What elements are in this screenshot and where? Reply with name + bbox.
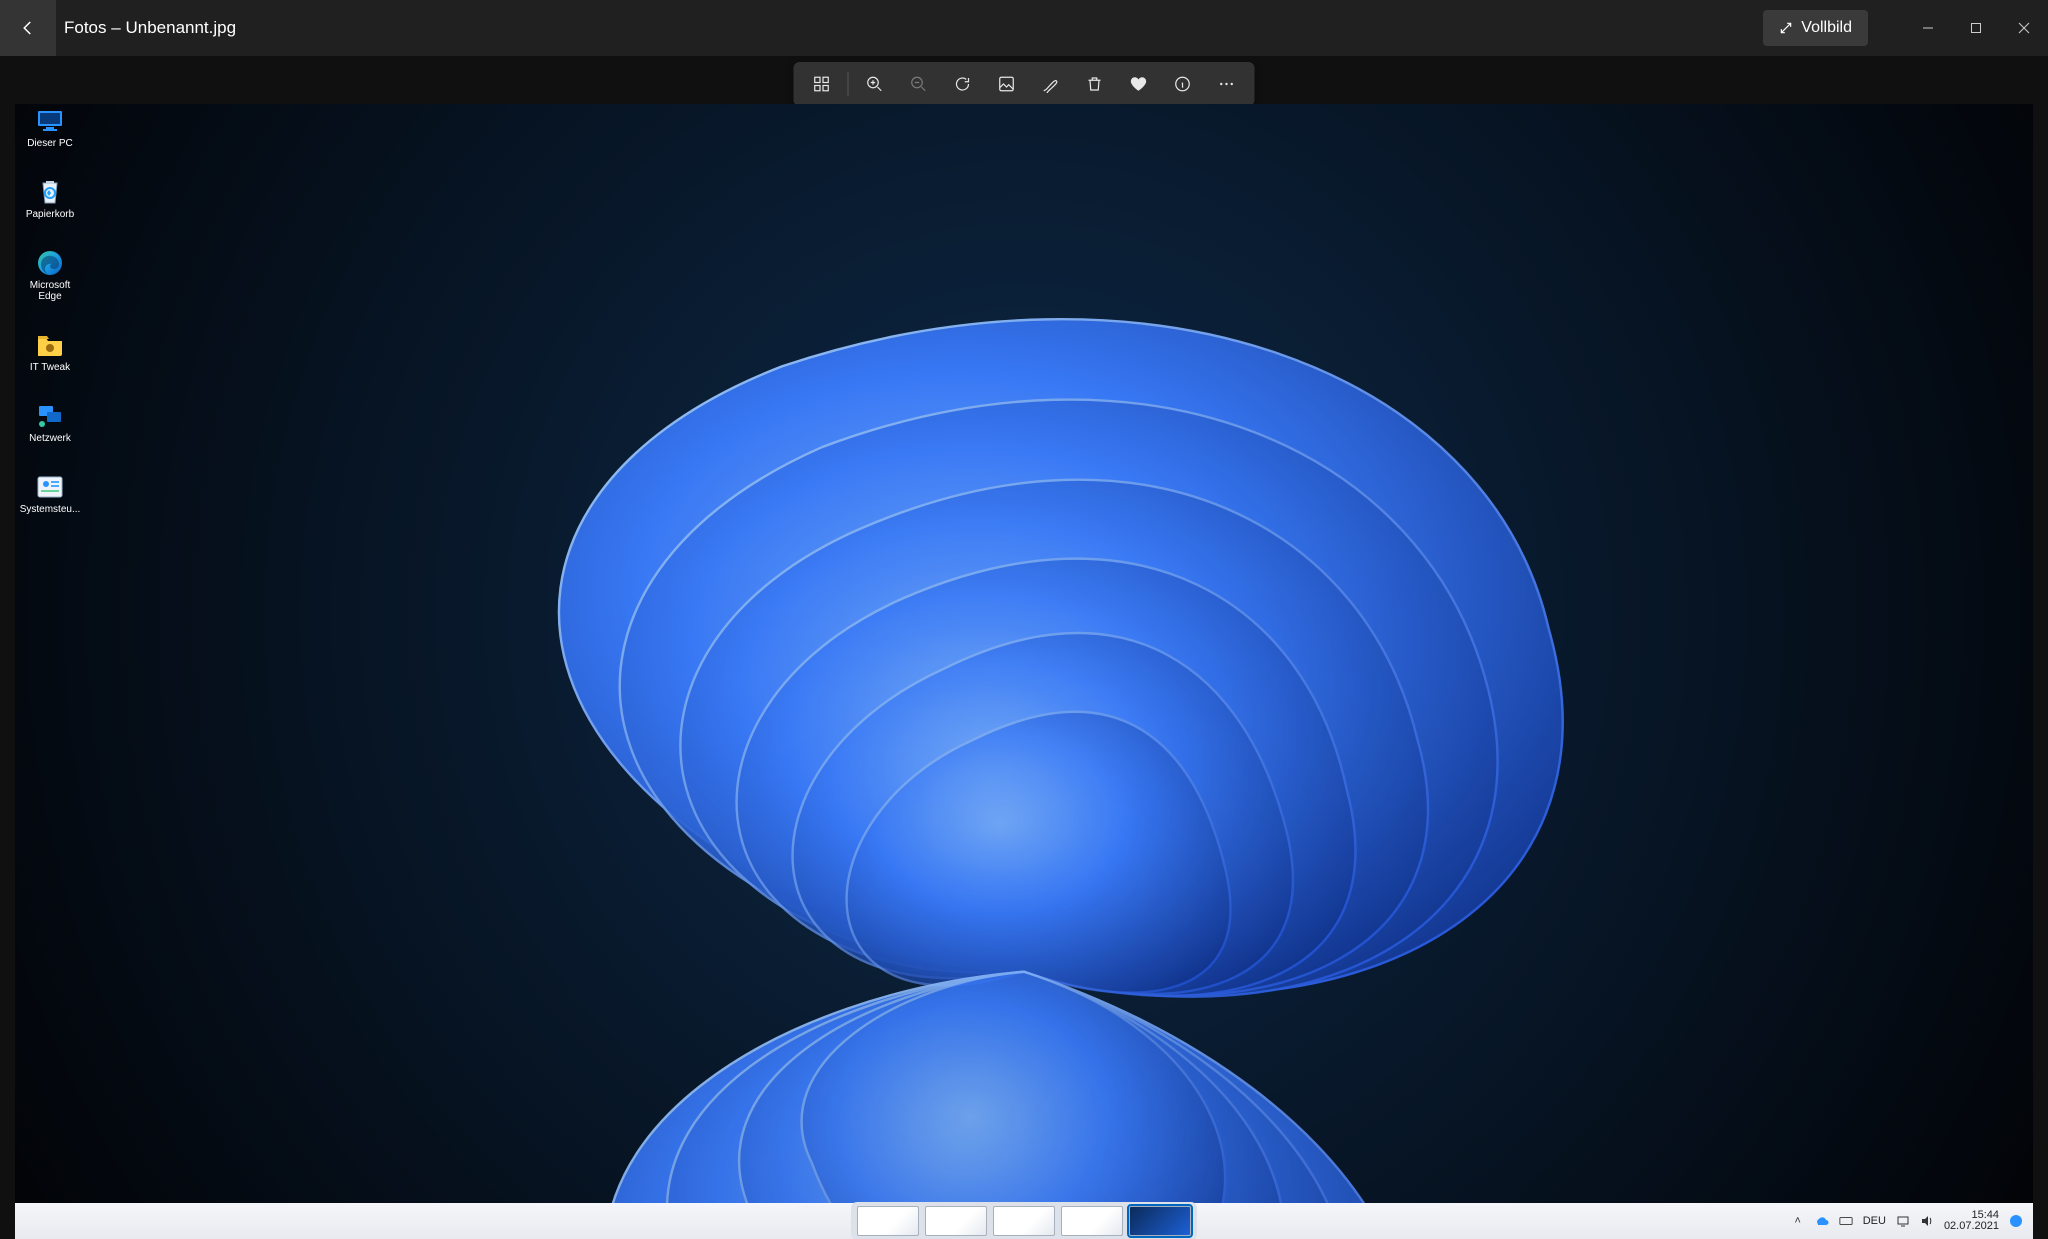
edge-icon [35,250,65,276]
desktop-icon-this-pc: Dieser PC [21,108,79,149]
draw-button[interactable] [1029,62,1073,106]
close-icon [2018,22,2030,34]
heart-icon [1130,75,1148,93]
window-title: Fotos – Unbenannt.jpg [64,18,236,38]
desktop-icon-label: Papierkorb [26,209,74,220]
pc-icon [35,108,65,134]
zoom-out-button[interactable] [897,62,941,106]
info-icon [1174,75,1192,93]
zoom-out-icon [910,75,928,93]
desktop-icon-label: Dieser PC [27,138,73,149]
title-separator: – [111,18,120,37]
app-name: Fotos [64,18,107,37]
fullscreen-label: Vollbild [1801,19,1852,37]
close-button[interactable] [2000,0,2048,56]
wallpaper-bloom [15,104,2033,1239]
trash-icon [1086,75,1104,93]
fullscreen-button[interactable]: Vollbild [1763,10,1868,46]
compare-icon [813,75,831,93]
network-icon [35,403,65,429]
control-panel-icon [35,474,65,500]
taskbar-thumb [925,1206,987,1236]
taskbar-thumb [857,1206,919,1236]
taskbar-thumbnails [851,1202,1197,1239]
desktop-icon-label: Microsoft Edge [21,280,79,302]
minimize-button[interactable] [1904,0,1952,56]
taskbar-thumb-selected [1129,1206,1191,1236]
maximize-icon [1970,22,1982,34]
inner-desktop-icons: Dieser PC Papierkorb Microsoft Edge IT T… [21,108,79,515]
desktop-icon-control-panel: Systemsteu... [21,474,79,515]
zoom-in-icon [866,75,884,93]
desktop-icon-network: Netzwerk [21,403,79,444]
desktop-icon-label: Systemsteu... [20,504,81,515]
tray-onedrive-icon [1815,1214,1829,1228]
photo-toolbar [794,62,1255,106]
more-icon [1218,75,1236,93]
desktop-icon-recycle-bin: Papierkorb [21,179,79,220]
edit-image-icon [998,75,1016,93]
delete-button[interactable] [1073,62,1117,106]
tray-chevron-icon: ˄ [1791,1214,1805,1228]
tray-volume-icon [1920,1214,1934,1228]
tray-date: 02.07.2021 [1944,1221,1999,1232]
draw-icon [1042,75,1060,93]
tray-language: DEU [1863,1215,1886,1227]
toolbar-separator [848,72,849,96]
taskbar-tray: ˄ DEU 15:44 02.07.2021 [1791,1210,2023,1232]
edit-image-button[interactable] [985,62,1029,106]
compare-button[interactable] [800,62,844,106]
desktop-icon-it-tweak: IT Tweak [21,332,79,373]
photo-viewport[interactable]: Dieser PC Papierkorb Microsoft Edge IT T… [15,104,2033,1239]
arrow-left-icon [19,19,37,37]
fullscreen-icon [1779,21,1793,35]
titlebar: Fotos – Unbenannt.jpg Vollbild [0,0,2048,56]
maximize-button[interactable] [1952,0,2000,56]
zoom-in-button[interactable] [853,62,897,106]
desktop-icon-label: IT Tweak [30,362,70,373]
more-button[interactable] [1205,62,1249,106]
desktop-icon-edge: Microsoft Edge [21,250,79,302]
tray-notifications-icon [2009,1214,2023,1228]
file-name: Unbenannt.jpg [125,18,236,37]
minimize-icon [1922,22,1934,34]
info-button[interactable] [1161,62,1205,106]
inner-taskbar: ˄ DEU 15:44 02.07.2021 [15,1203,2033,1239]
rotate-icon [954,75,972,93]
desktop-icon-label: Netzwerk [29,433,71,444]
tray-network-icon [1896,1214,1910,1228]
taskbar-thumb [993,1206,1055,1236]
tray-clock: 15:44 02.07.2021 [1944,1210,1999,1232]
favorite-button[interactable] [1117,62,1161,106]
taskbar-thumb [1061,1206,1123,1236]
back-button[interactable] [0,0,56,56]
rotate-button[interactable] [941,62,985,106]
tray-keyboard-icon [1839,1214,1853,1228]
folder-icon [35,332,65,358]
recycle-icon [35,179,65,205]
